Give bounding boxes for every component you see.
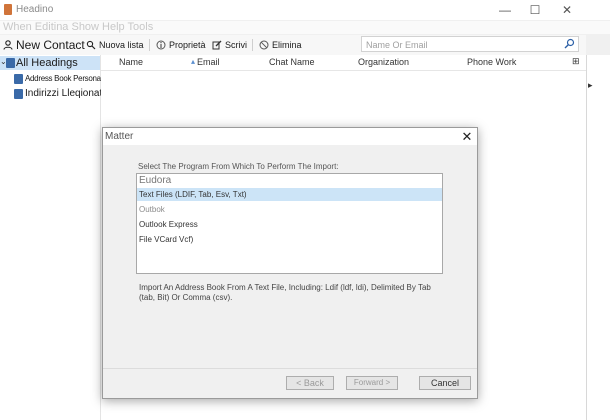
dialog-title: Matter: [105, 131, 134, 142]
search-input[interactable]: [362, 37, 564, 53]
dialog-close-button[interactable]: ✕: [457, 128, 477, 145]
importer-option[interactable]: File VCard Vcf): [137, 233, 442, 246]
column-header-name[interactable]: Name: [119, 57, 143, 67]
import-instruction: Select The Program From Which To Perform…: [138, 162, 339, 171]
grid-header: Name ▴ Email Chat Name Organization Phon…: [101, 55, 586, 71]
address-book-tree: ⌄ All Headings Address Book Personal Ind…: [0, 55, 105, 420]
new-contact-button[interactable]: New Contact: [3, 37, 85, 53]
help-hint-text: When Editina Show Help Tools: [0, 21, 610, 34]
close-window-button[interactable]: ✕: [552, 0, 582, 20]
window-title: Headino: [16, 4, 54, 15]
forward-button[interactable]: Forward >: [346, 376, 398, 390]
expand-arrow-icon[interactable]: ▸: [588, 80, 593, 91]
importer-list[interactable]: Eudora Text Files (LDIF, Tab, Esv, Txt) …: [136, 173, 443, 274]
book-icon: [14, 74, 23, 84]
properties-button[interactable]: Proprietà: [156, 37, 206, 53]
tree-item-label: Address Book Personal: [25, 74, 103, 83]
tree-item-address-book[interactable]: Address Book Personal: [0, 73, 103, 87]
delete-icon: [259, 40, 269, 50]
new-list-label: Nuova lista: [99, 40, 144, 50]
properties-label: Proprietà: [169, 40, 206, 50]
delete-label: Elimina: [272, 40, 302, 50]
toolbar-divider: [252, 39, 253, 51]
book-icon: [14, 89, 23, 99]
app-icon: [4, 4, 12, 15]
maximize-button[interactable]: ☐: [520, 0, 550, 20]
person-icon: [3, 40, 13, 50]
toolbar-divider: [149, 39, 150, 51]
back-button[interactable]: < Back: [286, 376, 334, 390]
importer-description: Import An Address Book From A Text File,…: [139, 283, 431, 302]
write-label: Scrivi: [225, 40, 247, 50]
search-box: [361, 36, 579, 53]
properties-icon: [156, 40, 166, 50]
column-picker-icon[interactable]: ⊞: [572, 56, 580, 67]
new-list-button[interactable]: Nuova lista: [86, 37, 144, 53]
write-button[interactable]: Scrivi: [212, 37, 247, 53]
sort-arrow-icon: ▴: [191, 57, 196, 66]
title-bar: Headino — ☐ ✕: [0, 0, 610, 20]
column-header-phone-work[interactable]: Phone Work: [467, 57, 516, 67]
importer-option[interactable]: Outbok: [137, 203, 442, 216]
tree-item-all-headings[interactable]: ⌄ All Headings: [0, 56, 100, 70]
new-contact-label: New Contact: [16, 38, 85, 52]
importer-option[interactable]: Eudora: [137, 174, 442, 188]
import-dialog: Matter ✕ Select The Program From Which T…: [102, 127, 478, 399]
importer-option[interactable]: Outlook Express: [137, 218, 442, 231]
dialog-title-bar: Matter ✕: [103, 128, 477, 145]
delete-button[interactable]: Elimina: [259, 37, 302, 53]
column-header-organization[interactable]: Organization: [358, 57, 409, 67]
column-header-chat-name[interactable]: Chat Name: [269, 57, 315, 67]
cancel-button[interactable]: Cancel: [419, 376, 471, 390]
column-header-email[interactable]: Email: [197, 57, 220, 67]
people-icon: [86, 40, 96, 50]
side-panel-edge: ▸: [586, 55, 610, 420]
book-icon: [6, 58, 15, 68]
tree-item-label: Indirizzi Lleqionati: [25, 88, 105, 99]
tree-item-label: All Headings: [16, 57, 78, 69]
pencil-icon: [212, 40, 222, 50]
tree-item-collected-addresses[interactable]: Indirizzi Lleqionati: [0, 88, 105, 102]
minimize-button[interactable]: —: [490, 0, 520, 20]
importer-option-selected[interactable]: Text Files (LDIF, Tab, Esv, Txt): [137, 188, 442, 201]
search-icon[interactable]: [564, 38, 575, 52]
